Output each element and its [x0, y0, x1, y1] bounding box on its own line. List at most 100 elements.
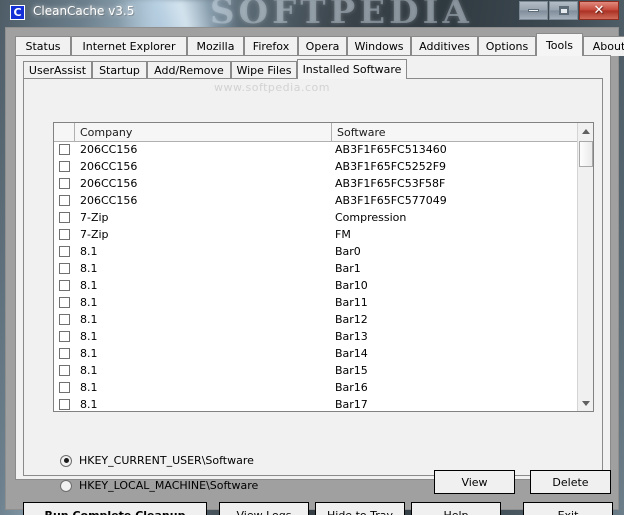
exit-button[interactable]: Exit: [523, 502, 613, 515]
row-checkbox[interactable]: [59, 144, 70, 155]
sub-tab-strip: UserAssist Startup Add/Remove Wipe Files Ins…: [23, 59, 603, 79]
table-row[interactable]: 8.1 Bar17: [54, 397, 578, 411]
installed-software-list[interactable]: Company Software 206CC156 AB3F1F65FC51346…: [53, 122, 594, 412]
cell-software: Bar14: [335, 347, 368, 360]
row-checkbox[interactable]: [59, 314, 70, 325]
scroll-down-button[interactable]: [578, 395, 593, 411]
row-checkbox[interactable]: [59, 178, 70, 189]
minimize-button[interactable]: [519, 1, 548, 20]
cell-company: 206CC156: [80, 160, 138, 173]
radio-indicator-hkcu: [60, 454, 72, 467]
list-vertical-scrollbar[interactable]: [577, 123, 593, 411]
main-tab-mozilla[interactable]: Mozilla: [187, 36, 244, 56]
main-tab-windows[interactable]: Windows: [347, 36, 411, 56]
view-logs-button[interactable]: View Logs: [219, 502, 309, 515]
cell-company: 8.1: [80, 330, 98, 343]
main-tab-page: UserAssist Startup Add/Remove Wipe Files Ins…: [15, 55, 611, 494]
sub-tab-installed-software[interactable]: Installed Software: [297, 59, 407, 79]
cell-company: 7-Zip: [80, 211, 109, 224]
table-row[interactable]: 8.1 Bar16: [54, 380, 578, 397]
table-row[interactable]: 206CC156 AB3F1F65FC513460: [54, 142, 578, 159]
cell-company: 206CC156: [80, 177, 138, 190]
table-row[interactable]: 8.1 Bar15: [54, 363, 578, 380]
list-rows-container: 206CC156 AB3F1F65FC513460 206CC156 AB3F1F65…: [54, 142, 578, 411]
cell-software: Bar12: [335, 313, 368, 326]
main-tab-internet-explorer[interactable]: Internet Explorer: [71, 36, 187, 56]
cell-software: Bar10: [335, 279, 368, 292]
radio-hkey-local-machine[interactable]: HKEY_LOCAL_MACHINE\Software: [60, 479, 258, 492]
main-tab-about[interactable]: About: [583, 36, 624, 56]
row-checkbox[interactable]: [59, 195, 70, 206]
sub-tab-add-remove[interactable]: Add/Remove: [147, 61, 231, 79]
row-checkbox[interactable]: [59, 280, 70, 291]
row-checkbox[interactable]: [59, 297, 70, 308]
close-button[interactable]: ✕: [579, 1, 619, 20]
cell-software: Bar1: [335, 262, 361, 275]
run-complete-cleanup-button[interactable]: Run Complete Cleanup: [23, 502, 207, 515]
radio-hkey-current-user[interactable]: HKEY_CURRENT_USER\Software: [60, 454, 254, 467]
table-row[interactable]: 8.1 Bar14: [54, 346, 578, 363]
cell-software: AB3F1F65FC513460: [335, 143, 447, 156]
row-checkbox[interactable]: [59, 365, 70, 376]
row-checkbox[interactable]: [59, 161, 70, 172]
cell-company: 8.1: [80, 296, 98, 309]
row-checkbox[interactable]: [59, 348, 70, 359]
table-row[interactable]: 8.1 Bar1: [54, 261, 578, 278]
main-tab-additives[interactable]: Additives: [411, 36, 478, 56]
sub-tab-startup[interactable]: Startup: [92, 61, 147, 79]
table-row[interactable]: 7-Zip Compression: [54, 210, 578, 227]
column-header-company[interactable]: Company: [75, 123, 332, 141]
main-tab-firefox[interactable]: Firefox: [244, 36, 298, 56]
column-header-checkbox[interactable]: [54, 123, 75, 141]
app-icon: C: [10, 5, 25, 20]
table-row[interactable]: 8.1 Bar13: [54, 329, 578, 346]
window-title: CleanCache v3.5: [33, 4, 135, 18]
main-tab-status[interactable]: Status: [15, 36, 71, 56]
table-row[interactable]: 8.1 Bar11: [54, 295, 578, 312]
row-checkbox[interactable]: [59, 399, 70, 410]
app-icon-letter: C: [13, 6, 22, 19]
cell-company: 8.1: [80, 279, 98, 292]
table-row[interactable]: 206CC156 AB3F1F65FC577049: [54, 193, 578, 210]
radio-label-hklm: HKEY_LOCAL_MACHINE\Software: [79, 479, 259, 492]
table-row[interactable]: 7-Zip FM: [54, 227, 578, 244]
delete-button[interactable]: Delete: [530, 470, 611, 494]
help-button[interactable]: Help: [411, 502, 501, 515]
cell-company: 206CC156: [80, 194, 138, 207]
sub-tab-userassist[interactable]: UserAssist: [23, 61, 92, 79]
view-button[interactable]: View: [434, 470, 515, 494]
row-checkbox[interactable]: [59, 246, 70, 257]
cell-company: 8.1: [80, 364, 98, 377]
table-row[interactable]: 8.1 Bar12: [54, 312, 578, 329]
column-header-software[interactable]: Software: [332, 123, 578, 141]
table-row[interactable]: 8.1 Bar0: [54, 244, 578, 261]
scrollbar-thumb[interactable]: [579, 141, 593, 167]
table-row[interactable]: 206CC156 AB3F1F65FC53F58F: [54, 176, 578, 193]
scroll-up-button[interactable]: [578, 123, 593, 140]
maximize-icon: [558, 6, 569, 15]
cell-software: Compression: [335, 211, 407, 224]
row-checkbox[interactable]: [59, 212, 70, 223]
cell-company: 8.1: [80, 381, 98, 394]
cell-software: Bar16: [335, 381, 368, 394]
row-checkbox[interactable]: [59, 382, 70, 393]
row-checkbox[interactable]: [59, 229, 70, 240]
maximize-button[interactable]: [549, 1, 578, 20]
table-row[interactable]: 8.1 Bar10: [54, 278, 578, 295]
dialog-body: Status Internet Explorer Mozilla Firefox Ope…: [5, 27, 624, 515]
cell-software: FM: [335, 228, 351, 241]
cell-software: Bar17: [335, 398, 368, 411]
table-row[interactable]: 206CC156 AB3F1F65FC5252F9: [54, 159, 578, 176]
minimize-icon: [528, 9, 539, 12]
hide-to-tray-button[interactable]: Hide to Tray: [315, 502, 405, 515]
main-tab-tools[interactable]: Tools: [536, 33, 583, 56]
main-tab-opera[interactable]: Opera: [298, 36, 347, 56]
main-tab-options[interactable]: Options: [478, 36, 536, 56]
chevron-down-icon: [582, 401, 590, 406]
radio-label-hkcu: HKEY_CURRENT_USER\Software: [79, 454, 254, 467]
row-checkbox[interactable]: [59, 263, 70, 274]
radio-indicator-hklm: [60, 479, 72, 492]
row-checkbox[interactable]: [59, 331, 70, 342]
sub-tab-wipe-files[interactable]: Wipe Files: [231, 61, 297, 79]
cell-company: 8.1: [80, 245, 98, 258]
